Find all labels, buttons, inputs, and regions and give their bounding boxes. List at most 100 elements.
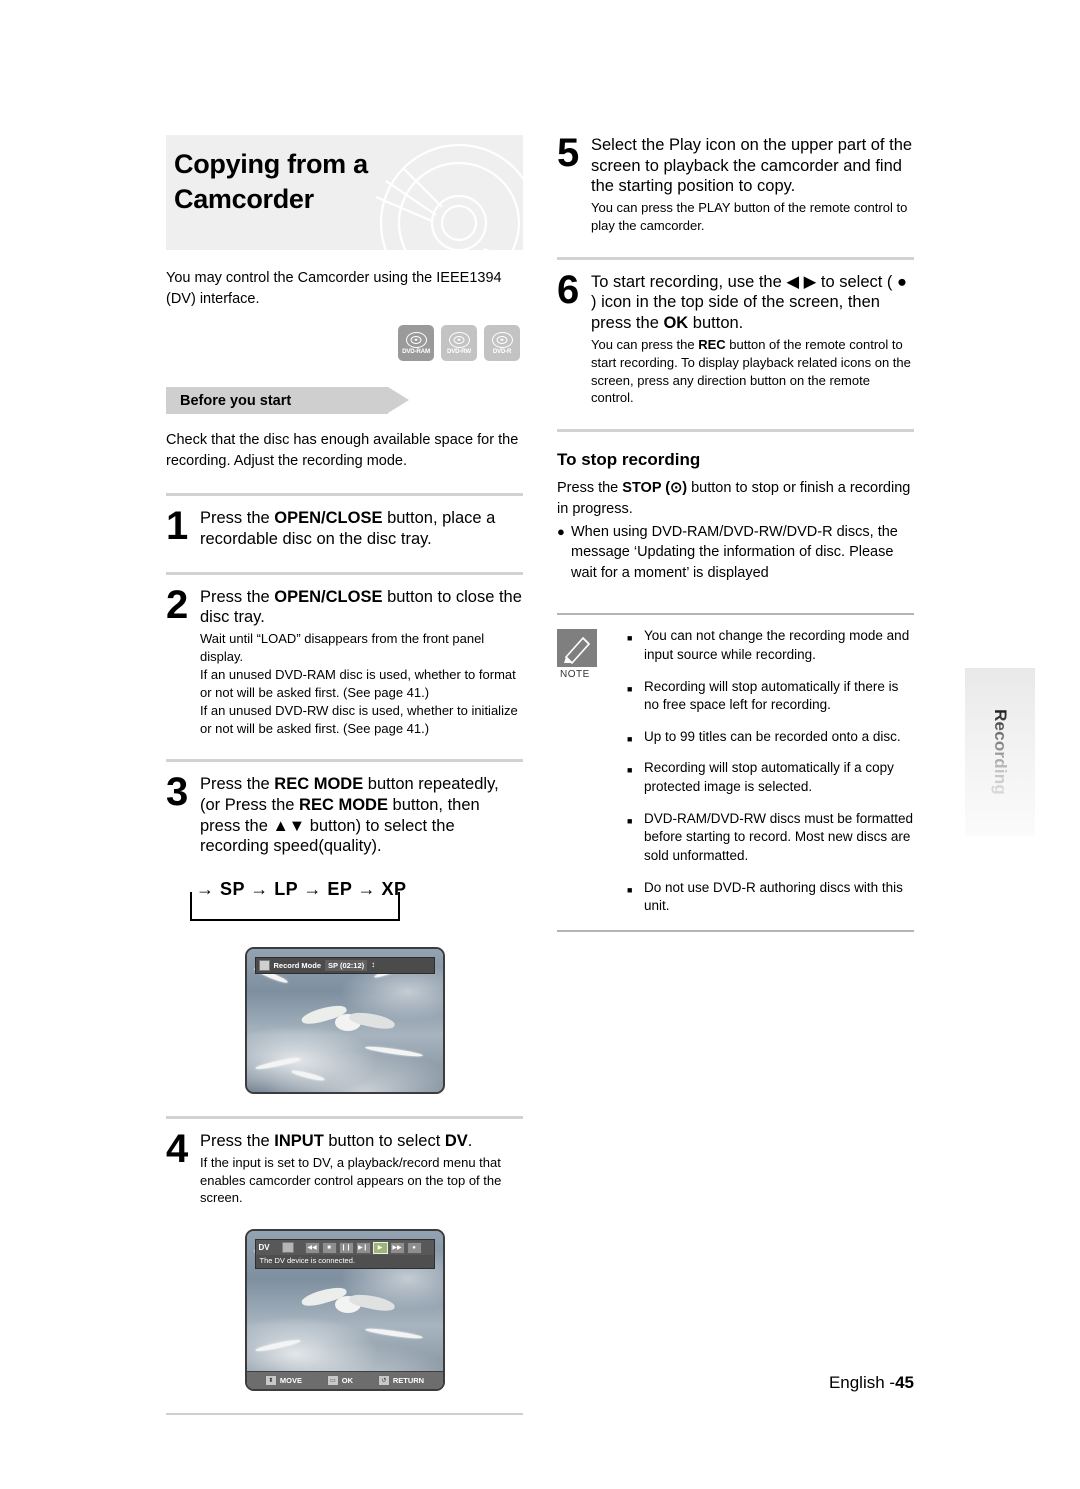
step-2-sub1: Wait until “LOAD” disappears from the fr…	[200, 630, 485, 664]
before-you-start-label: Before you start	[180, 392, 292, 409]
osd-dv-status-text: The DV device is connected.	[255, 1255, 434, 1269]
before-you-start-banner: Before you start	[166, 387, 409, 415]
divider	[166, 1413, 523, 1416]
step-6: 6 To start recording, use the ◀ ▶ to sel…	[557, 270, 914, 408]
stepper-arrows-icon[interactable]: ↕	[371, 961, 375, 969]
stop-recording-heading: To stop recording	[557, 450, 701, 470]
disc-ring-icon	[405, 331, 427, 348]
step-1-text: Press the OPEN/CLOSE button, place a rec…	[200, 508, 523, 549]
osd-record-mode-value[interactable]: SP (02:12)	[325, 959, 368, 971]
step-forward-icon[interactable]: ▶❙	[355, 1241, 371, 1254]
left-column: Copying from a Camcorder You may control…	[166, 135, 523, 1416]
note-item: ■ DVD-RAM/DVD-RW discs must be formatted…	[627, 810, 914, 866]
note-item-list: ■ You can not change the recording mode …	[627, 627, 914, 916]
note-item-text: Recording will stop automatically if the…	[644, 678, 899, 713]
step-2: 2 Press the OPEN/CLOSE button to close t…	[166, 582, 523, 738]
osd-record-mode-label: Record Mode	[273, 960, 322, 970]
page-title-line1: Copying from a	[174, 149, 368, 179]
bullet-square-icon: ■	[627, 884, 633, 895]
bullet-square-icon: ■	[627, 683, 633, 694]
rewind-icon[interactable]: ◀◀	[304, 1241, 320, 1254]
step-5-subtext: You can press the PLAY button of the rem…	[591, 199, 914, 235]
step-5: 5 Select the Play icon on the upper part…	[557, 133, 914, 235]
step-number: 2	[166, 582, 188, 627]
stop-button-label: STOP (⊙)	[622, 480, 688, 497]
divider	[557, 429, 914, 433]
page-footer: English -45	[0, 1373, 914, 1393]
note-icon-group: NOTE	[557, 627, 627, 916]
step-4-text-e: .	[467, 1131, 473, 1150]
transport-controls: ◀◀ ■ ❙❙ ▶❙ ▶ ▶▶ ●	[304, 1241, 422, 1254]
step-3-text-bold2: REC MODE	[299, 796, 388, 815]
step-6-text-a: To start recording, use the ◀ ▶ to selec…	[591, 272, 907, 332]
stop-icon[interactable]: ■	[321, 1241, 337, 1254]
step-4-sub1: If the input is set to DV, a playback/re…	[200, 1154, 502, 1206]
note-item: ■ Do not use DVD-R authoring discs with …	[627, 879, 914, 916]
badge-label: DVD-RW	[446, 347, 472, 355]
badge-label: DVD-RAM	[402, 347, 430, 355]
osd-dv-control-row: DV ◀◀ ■ ❙❙ ▶❙ ▶ ▶▶ ●	[256, 1240, 434, 1255]
step-2-sub3: If an unused DVD-RW disc is used, whethe…	[200, 702, 518, 736]
note-item: ■ Recording will stop automatically if a…	[627, 759, 914, 796]
step-2-text: Press the OPEN/CLOSE button to close the…	[200, 587, 523, 628]
note-item: ■ Recording will stop automatically if t…	[627, 678, 914, 715]
footer-page-number: 45	[895, 1373, 914, 1392]
page-title: Copying from a Camcorder	[174, 147, 424, 216]
step-4-text-a: Press the	[200, 1131, 275, 1150]
step-4-text-bold2: DV	[444, 1131, 468, 1150]
record-icon[interactable]: ●	[406, 1241, 422, 1254]
note-item: ■ You can not change the recording mode …	[627, 627, 914, 664]
chapter-side-tab: Recording	[965, 668, 1035, 836]
badge-dvd-rw: DVD-RW	[441, 325, 477, 362]
step-2-sub2: If an unused DVD-RAM disc is used, wheth…	[200, 666, 516, 700]
step-4-text-c: button to select	[323, 1131, 445, 1150]
fast-forward-icon[interactable]: ▶▶	[389, 1241, 405, 1254]
step-2-text-a: Press the	[200, 587, 275, 606]
disc-compatibility-badges: DVD-RAM DVD-RW DVD-R	[166, 325, 523, 362]
stop-recording-body: Press the STOP (⊙) button to stop or fin…	[557, 478, 914, 519]
disc-ring-icon	[448, 331, 470, 348]
step-1: 1 Press the OPEN/CLOSE button, place a r…	[166, 504, 523, 549]
step-4-text: Press the INPUT button to select DV.	[200, 1131, 523, 1152]
tv-screenshot-record-mode: Record Mode SP (02:12) ↕	[244, 946, 445, 1094]
note-item-text: Do not use DVD-R authoring discs with th…	[644, 879, 903, 914]
bullet-square-icon: ■	[627, 765, 633, 776]
step-number: 3	[166, 770, 188, 815]
dv-source-icon	[281, 1242, 294, 1254]
before-you-start-body: Check that the disc has enough available…	[166, 432, 519, 469]
manual-page: Recording Copying from a Camcorder You m…	[0, 0, 1080, 1489]
chapter-intro: You may control the Camcorder using the …	[166, 270, 502, 307]
step-4-subtext: If the input is set to DV, a playback/re…	[200, 1154, 523, 1208]
step-6-text-bold: OK	[663, 314, 689, 332]
badge-label: DVD-R	[492, 347, 512, 355]
stop-recording-body-a: Press the	[557, 480, 623, 497]
step-6-subtext: You can press the REC button of the remo…	[591, 336, 914, 408]
badge-dvd-ram: DVD-RAM	[398, 325, 434, 362]
step-4: 4 Press the INPUT button to select DV. I…	[166, 1129, 523, 1208]
footer-language: English -	[828, 1373, 896, 1392]
step-number: 1	[166, 504, 188, 549]
bullet-square-icon: ■	[627, 815, 633, 826]
disc-ring-icon	[491, 331, 513, 348]
step-6-text: To start recording, use the ◀ ▶ to selec…	[591, 272, 914, 334]
bullet-square-icon: ■	[627, 633, 633, 644]
note-item-text: DVD-RAM/DVD-RW discs must be formatted b…	[644, 810, 914, 863]
step-3: 3 Press the REC MODE button repeatedly, …	[166, 770, 523, 857]
divider	[166, 493, 523, 497]
note-label: NOTE	[560, 669, 590, 681]
pause-icon[interactable]: ❙❙	[338, 1241, 354, 1254]
step-1-text-a: Press the	[200, 509, 275, 528]
note-item-text: Recording will stop automatically if a c…	[644, 760, 894, 795]
pencil-icon	[557, 629, 597, 668]
bird-main-shape	[299, 1001, 396, 1048]
divider	[557, 256, 914, 260]
sequence-loop-bracket	[190, 891, 400, 921]
step-1-text-bold: OPEN/CLOSE	[274, 509, 383, 528]
step-5-sub1: You can press the PLAY button of the rem…	[591, 199, 908, 233]
step-3-text-a: Press the	[200, 775, 275, 794]
play-icon[interactable]: ▶	[372, 1241, 388, 1254]
step-3-text: Press the REC MODE button repeatedly, (o…	[200, 774, 523, 857]
bullet-square-icon: ■	[627, 733, 633, 744]
stop-recording-section: To stop recording Press the STOP (⊙) but…	[557, 450, 914, 583]
divider	[166, 759, 523, 763]
